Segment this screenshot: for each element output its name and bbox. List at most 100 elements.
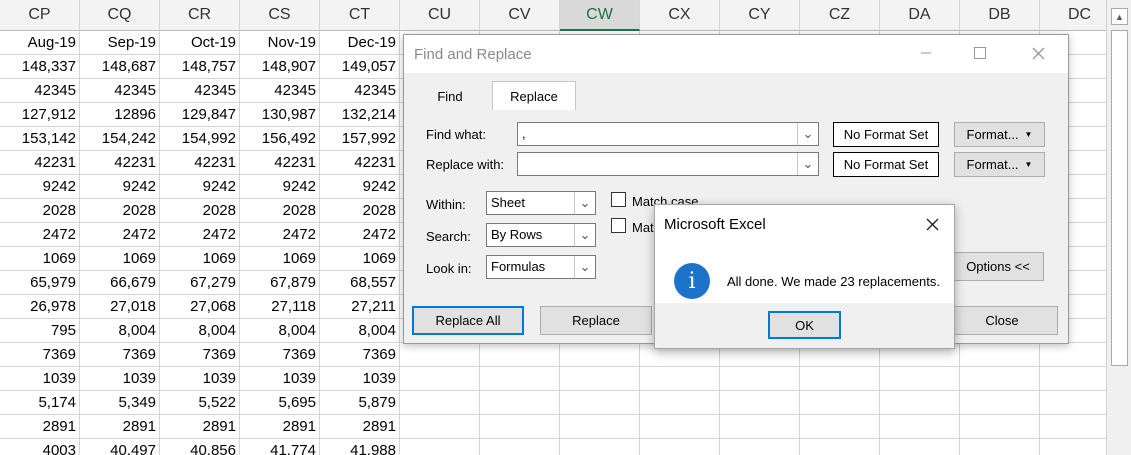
cell-ct-3[interactable]: 42345 (320, 79, 400, 103)
cell-dc-18[interactable] (1040, 439, 1106, 455)
cell-cu-16[interactable] (400, 391, 480, 415)
cell-cs-4[interactable]: 130,987 (240, 103, 320, 127)
cell-cq-17[interactable]: 2891 (80, 415, 160, 439)
cell-db-18[interactable] (960, 439, 1040, 455)
replace-button[interactable]: Replace (540, 306, 652, 335)
cell-cu-17[interactable] (400, 415, 480, 439)
cell-cs-10[interactable]: 1069 (240, 247, 320, 271)
vertical-scrollbar[interactable]: ▲ (1106, 0, 1131, 455)
cell-dc-14[interactable] (1040, 343, 1106, 367)
cell-cp-8[interactable]: 2028 (0, 199, 80, 223)
cell-cr-5[interactable]: 154,992 (160, 127, 240, 151)
cell-cp-17[interactable]: 2891 (0, 415, 80, 439)
column-header-dc[interactable]: DC (1040, 0, 1106, 31)
cell-cx-17[interactable] (640, 415, 720, 439)
cell-cy-15[interactable] (720, 367, 800, 391)
cell-cr-1[interactable]: Oct-19 (160, 31, 240, 55)
cell-cq-3[interactable]: 42345 (80, 79, 160, 103)
cell-db-17[interactable] (960, 415, 1040, 439)
cell-ct-11[interactable]: 68,557 (320, 271, 400, 295)
cell-cw-17[interactable] (560, 415, 640, 439)
chevron-down-icon[interactable]: ⌄ (797, 153, 818, 175)
cell-cs-18[interactable]: 41,774 (240, 439, 320, 455)
cell-ct-17[interactable]: 2891 (320, 415, 400, 439)
cell-cq-8[interactable]: 2028 (80, 199, 160, 223)
cell-cv-18[interactable] (480, 439, 560, 455)
find-format-button[interactable]: Format... ▼ (954, 122, 1045, 147)
cell-cr-17[interactable]: 2891 (160, 415, 240, 439)
column-header-cz[interactable]: CZ (800, 0, 880, 31)
column-header-cv[interactable]: CV (480, 0, 560, 31)
cell-cz-18[interactable] (800, 439, 880, 455)
cell-ct-12[interactable]: 27,211 (320, 295, 400, 319)
cell-cq-13[interactable]: 8,004 (80, 319, 160, 343)
column-header-cy[interactable]: CY (720, 0, 800, 31)
cell-cp-18[interactable]: 4003 (0, 439, 80, 455)
cell-cs-8[interactable]: 2028 (240, 199, 320, 223)
look-in-select[interactable]: Formulas ⌄ (486, 255, 596, 279)
cell-da-15[interactable] (880, 367, 960, 391)
cell-cz-15[interactable] (800, 367, 880, 391)
cell-cw-15[interactable] (560, 367, 640, 391)
cell-cw-16[interactable] (560, 391, 640, 415)
cell-cq-11[interactable]: 66,679 (80, 271, 160, 295)
cell-cu-14[interactable] (400, 343, 480, 367)
cell-cz-17[interactable] (800, 415, 880, 439)
cell-cs-7[interactable]: 9242 (240, 175, 320, 199)
cell-cv-15[interactable] (480, 367, 560, 391)
cell-cu-18[interactable] (400, 439, 480, 455)
cell-ct-14[interactable]: 7369 (320, 343, 400, 367)
cell-cq-18[interactable]: 40,497 (80, 439, 160, 455)
cell-cp-1[interactable]: Aug-19 (0, 31, 80, 55)
cell-dc-15[interactable] (1040, 367, 1106, 391)
replace-format-button[interactable]: Format... ▼ (954, 152, 1045, 177)
cell-cq-14[interactable]: 7369 (80, 343, 160, 367)
cell-db-15[interactable] (960, 367, 1040, 391)
cell-da-17[interactable] (880, 415, 960, 439)
cell-cs-2[interactable]: 148,907 (240, 55, 320, 79)
cell-cq-4[interactable]: 12896 (80, 103, 160, 127)
tab-replace[interactable]: Replace (492, 81, 576, 110)
cell-cs-14[interactable]: 7369 (240, 343, 320, 367)
cell-cv-14[interactable] (480, 343, 560, 367)
cell-cy-16[interactable] (720, 391, 800, 415)
cell-cv-16[interactable] (480, 391, 560, 415)
cell-cr-9[interactable]: 2472 (160, 223, 240, 247)
cell-cs-17[interactable]: 2891 (240, 415, 320, 439)
cell-cw-18[interactable] (560, 439, 640, 455)
cell-ct-7[interactable]: 9242 (320, 175, 400, 199)
find-what-input[interactable]: , ⌄ (517, 122, 819, 146)
cell-cs-11[interactable]: 67,879 (240, 271, 320, 295)
cell-ct-4[interactable]: 132,214 (320, 103, 400, 127)
cell-cs-16[interactable]: 5,695 (240, 391, 320, 415)
chevron-down-icon[interactable]: ⌄ (574, 256, 595, 278)
message-box-close-button[interactable] (910, 205, 954, 243)
cell-cr-8[interactable]: 2028 (160, 199, 240, 223)
cell-ct-16[interactable]: 5,879 (320, 391, 400, 415)
cell-da-18[interactable] (880, 439, 960, 455)
cell-cy-17[interactable] (720, 415, 800, 439)
cell-cs-3[interactable]: 42345 (240, 79, 320, 103)
cell-cr-6[interactable]: 42231 (160, 151, 240, 175)
cell-cq-12[interactable]: 27,018 (80, 295, 160, 319)
cell-cs-6[interactable]: 42231 (240, 151, 320, 175)
cell-ct-6[interactable]: 42231 (320, 151, 400, 175)
cell-ct-1[interactable]: Dec-19 (320, 31, 400, 55)
cell-cp-12[interactable]: 26,978 (0, 295, 80, 319)
cell-cs-5[interactable]: 156,492 (240, 127, 320, 151)
column-header-cp[interactable]: CP (0, 0, 80, 31)
close-button[interactable]: Close (946, 306, 1058, 335)
cell-cr-10[interactable]: 1069 (160, 247, 240, 271)
cell-cp-9[interactable]: 2472 (0, 223, 80, 247)
cell-cp-2[interactable]: 148,337 (0, 55, 80, 79)
cell-cp-7[interactable]: 9242 (0, 175, 80, 199)
cell-ct-5[interactable]: 157,992 (320, 127, 400, 151)
column-header-ct[interactable]: CT (320, 0, 400, 31)
cell-cq-5[interactable]: 154,242 (80, 127, 160, 151)
cell-cr-18[interactable]: 40,856 (160, 439, 240, 455)
cell-db-14[interactable] (960, 343, 1040, 367)
cell-cr-14[interactable]: 7369 (160, 343, 240, 367)
column-header-cq[interactable]: CQ (80, 0, 160, 31)
cell-cr-3[interactable]: 42345 (160, 79, 240, 103)
cell-cq-1[interactable]: Sep-19 (80, 31, 160, 55)
